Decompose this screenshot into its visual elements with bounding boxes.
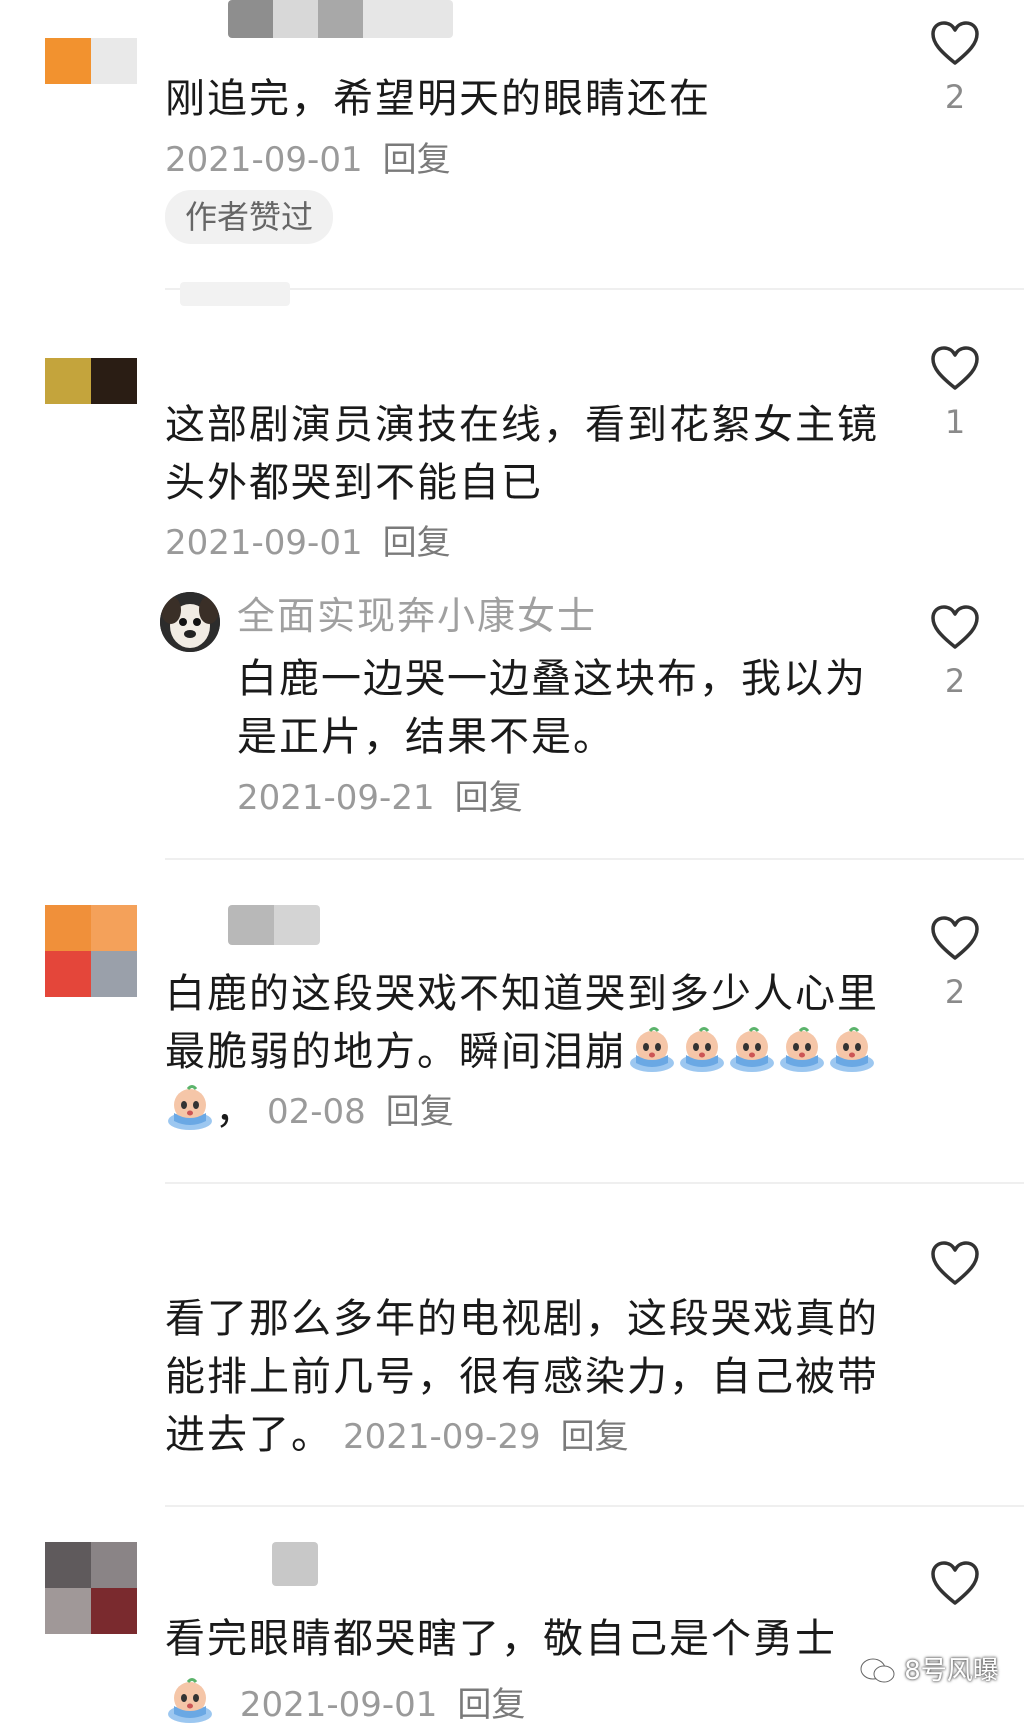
comment-text: 看完眼睛都哭瞎了，敬自己是个勇士 [165, 1616, 837, 1662]
reply-button[interactable]: 回复 [383, 523, 451, 563]
crying-face-emoji [830, 1027, 874, 1072]
avatar[interactable] [160, 592, 220, 652]
reply-button[interactable]: 回复 [383, 140, 451, 180]
like-button[interactable]: 2 [925, 20, 985, 116]
comment-suffix: ， [215, 1087, 257, 1133]
comment-text: 白鹿的这段哭戏不知道哭到多少人心里最脆弱的地方。瞬间泪崩， 02-08 回复 [165, 965, 885, 1141]
crying-face-emoji [630, 1027, 674, 1072]
sub-reply-text: 白鹿一边哭一边叠这块布，我以为是正片，结果不是。 [237, 656, 867, 760]
avatar[interactable] [45, 38, 137, 130]
like-button[interactable]: 2 [925, 604, 985, 700]
heart-outline-icon [931, 916, 979, 960]
comment-meta: 2021-09-01 回复 [165, 132, 451, 181]
crying-face-emoji [680, 1027, 724, 1072]
username-blurred [180, 282, 290, 306]
reply-button[interactable]: 回复 [386, 1092, 454, 1132]
like-count: 1 [944, 403, 966, 441]
heart-outline-icon [931, 346, 979, 390]
avatar[interactable] [45, 358, 137, 450]
comment-date: 2021-09-01 [239, 1685, 438, 1725]
watermark-text: 8号风曝 [904, 1656, 999, 1686]
wechat-icon [860, 1658, 895, 1683]
divider [165, 288, 1024, 290]
crying-face-emoji [730, 1027, 774, 1072]
comment-text: 这部剧演员演技在线，看到花絮女主镜头外都哭到不能自已 [165, 402, 879, 506]
avatar[interactable] [45, 905, 137, 997]
comment-date: 02-08 [267, 1092, 366, 1132]
username-blurred[interactable] [272, 1542, 318, 1586]
watermark: 8号风曝 [860, 1650, 999, 1687]
like-count: 2 [944, 662, 966, 700]
divider [165, 858, 1024, 860]
sub-reply-username[interactable]: 全面实现奔小康女士 [237, 585, 597, 640]
like-button[interactable] [925, 1560, 985, 1618]
heart-outline-icon [931, 21, 979, 65]
comment-meta: 2021-09-01 回复 [165, 1676, 525, 1726]
username-blurred[interactable] [228, 0, 453, 38]
sub-reply-meta: 2021-09-21 回复 [237, 770, 523, 819]
like-count: 2 [944, 78, 966, 116]
like-button[interactable]: 2 [925, 915, 985, 1011]
like-button[interactable]: 1 [925, 345, 985, 441]
comment-text: 看了那么多年的电视剧，这段哭戏真的能排上前几号，很有感染力，自己被带进去了。 20… [165, 1290, 885, 1466]
heart-outline-icon [931, 1241, 979, 1285]
author-liked-badge: 作者赞过 [165, 190, 334, 244]
like-count: 2 [944, 973, 966, 1011]
comment-date: 2021-09-01 [165, 140, 363, 180]
heart-outline-icon [931, 605, 979, 649]
comment-meta: 2021-09-29 回复 [343, 1417, 629, 1457]
comment-meta: 2021-09-01 回复 [165, 515, 451, 564]
crying-face-emoji [168, 1085, 212, 1130]
comment-meta: 02-08 回复 [267, 1092, 454, 1132]
comment-date: 2021-09-01 [165, 523, 363, 563]
dog-avatar-image [160, 592, 220, 652]
comment-text: 刚追完，希望明天的眼睛还在 [165, 76, 711, 122]
comment-date: 2021-09-29 [343, 1417, 541, 1457]
heart-outline-icon [931, 1561, 979, 1605]
divider [165, 1505, 1024, 1507]
crying-face-emoji [780, 1027, 824, 1072]
reply-button[interactable]: 回复 [561, 1417, 629, 1457]
sub-reply-date: 2021-09-21 [237, 778, 435, 818]
like-button[interactable] [925, 1240, 985, 1298]
divider [165, 1182, 1024, 1184]
reply-button[interactable]: 回复 [455, 778, 523, 818]
avatar[interactable] [45, 1542, 137, 1634]
reply-button[interactable]: 回复 [457, 1685, 525, 1725]
username-blurred[interactable] [228, 905, 320, 945]
